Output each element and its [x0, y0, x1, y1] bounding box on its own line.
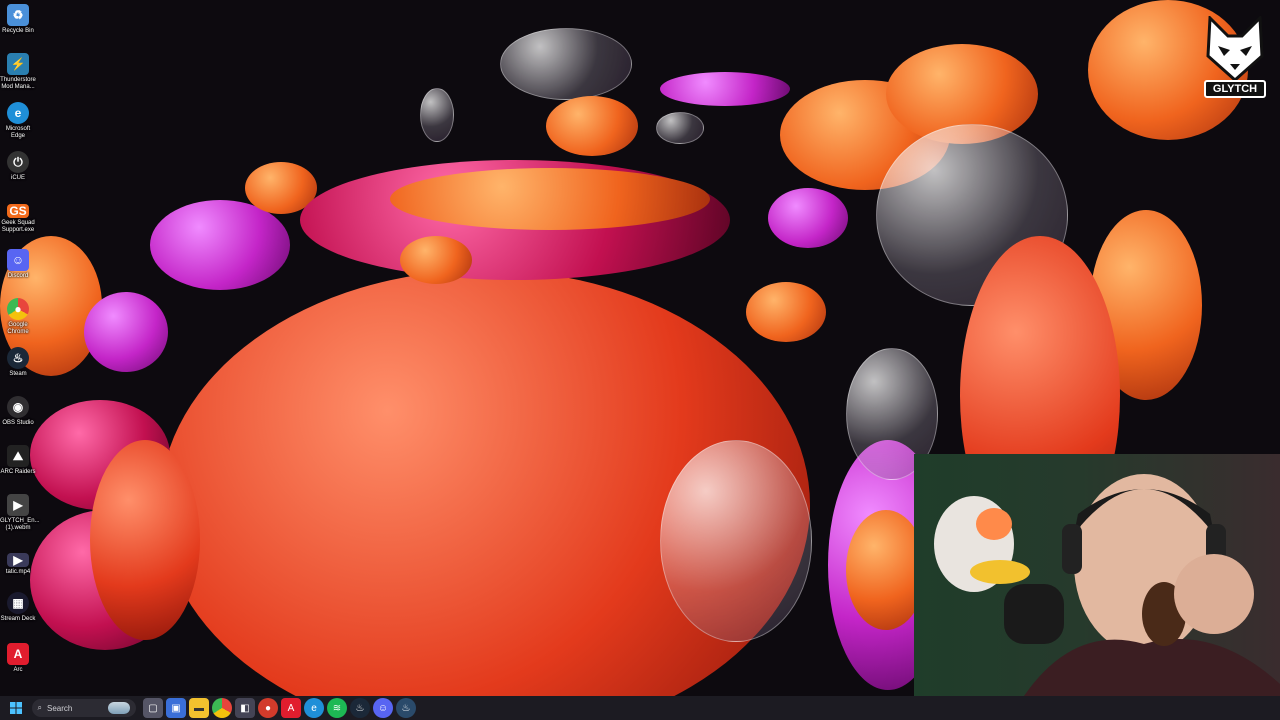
- streamer-video: [914, 454, 1280, 696]
- taskbar-search[interactable]: ⌕ Search: [31, 699, 136, 717]
- desktop-icon-recycle-bin[interactable]: ♻ Recycle Bin: [0, 4, 36, 35]
- desktop-icon-glytch-video[interactable]: ▶ GLYTCH_En... (1).webm: [0, 494, 40, 532]
- icue-icon: ⏻: [7, 151, 29, 173]
- search-highlight-icon: [107, 702, 130, 714]
- chrome-icon: ●: [7, 298, 29, 320]
- search-icon: ⌕: [37, 703, 42, 712]
- desktop-icon-icue[interactable]: ⏻ iCUE: [0, 151, 36, 182]
- recycle-bin-icon: ♻: [7, 4, 29, 26]
- glytch-logo: GLYTCH: [1204, 14, 1266, 100]
- steam-alt-icon[interactable]: ♨: [396, 698, 416, 718]
- desktop-icon-arc[interactable]: A Arc: [0, 643, 36, 674]
- file-explorer-icon[interactable]: ▬: [189, 698, 209, 718]
- spotify-icon[interactable]: ≋: [327, 698, 347, 718]
- search-placeholder: Search: [46, 703, 73, 713]
- thunderstore-icon: ⚡: [7, 53, 29, 75]
- desktop-icon-stream-deck[interactable]: ▦ Stream Deck: [0, 592, 36, 623]
- chrome-taskbar-icon[interactable]: [212, 698, 232, 718]
- logo-text: GLYTCH: [1204, 80, 1266, 98]
- arc-icon: A: [7, 643, 29, 665]
- store-icon[interactable]: ▣: [166, 698, 186, 718]
- geek-squad-icon: GS: [7, 204, 29, 218]
- chrome-alt-icon[interactable]: ●: [258, 698, 278, 718]
- fox-icon: [1206, 14, 1264, 83]
- desktop-icon-arc-raiders[interactable]: ⛰ ARC Raiders: [0, 445, 36, 476]
- steam-taskbar-icon[interactable]: ♨: [350, 698, 370, 718]
- desktop-icon-discord[interactable]: ☺ Discord: [0, 249, 36, 280]
- video-file-icon: ▶: [7, 553, 29, 567]
- desktop-icon-chrome[interactable]: ● Google Chrome: [0, 298, 36, 336]
- desktop-icon-thunderstore[interactable]: ⚡ Thunderstore Mod Mana...: [0, 53, 36, 91]
- desktop-icon-steam[interactable]: ♨ Steam: [0, 347, 36, 378]
- taskbar: ⌕ Search ▢ ▣ ▬ ◧ ● A e ≋ ♨ ☺ ♨: [0, 696, 1280, 720]
- edge-taskbar-icon[interactable]: e: [304, 698, 324, 718]
- task-view-icon[interactable]: ▢: [143, 698, 163, 718]
- start-button[interactable]: [6, 698, 26, 718]
- obs-icon: ◉: [7, 396, 29, 418]
- video-file-icon: ▶: [7, 494, 29, 516]
- edge-icon: e: [7, 102, 29, 124]
- stream-deck-icon: ▦: [7, 592, 29, 614]
- desktop-icon-tatic-video[interactable]: ▶ tatic.mp4: [0, 549, 36, 576]
- desktop-icon-obs[interactable]: ◉ OBS Studio: [0, 396, 36, 427]
- discord-taskbar-icon[interactable]: ☺: [373, 698, 393, 718]
- desktop-icon-geek-squad[interactable]: GS Geek Squad Support.exe: [0, 200, 36, 234]
- windows-icon: [10, 702, 22, 714]
- steam-icon: ♨: [7, 347, 29, 369]
- app-icon[interactable]: ◧: [235, 698, 255, 718]
- discord-icon: ☺: [7, 249, 29, 271]
- webcam-overlay: [914, 454, 1280, 696]
- arc-taskbar-icon[interactable]: A: [281, 698, 301, 718]
- desktop-icon-edge[interactable]: e Microsoft Edge: [0, 102, 36, 140]
- arc-raiders-icon: ⛰: [7, 445, 29, 467]
